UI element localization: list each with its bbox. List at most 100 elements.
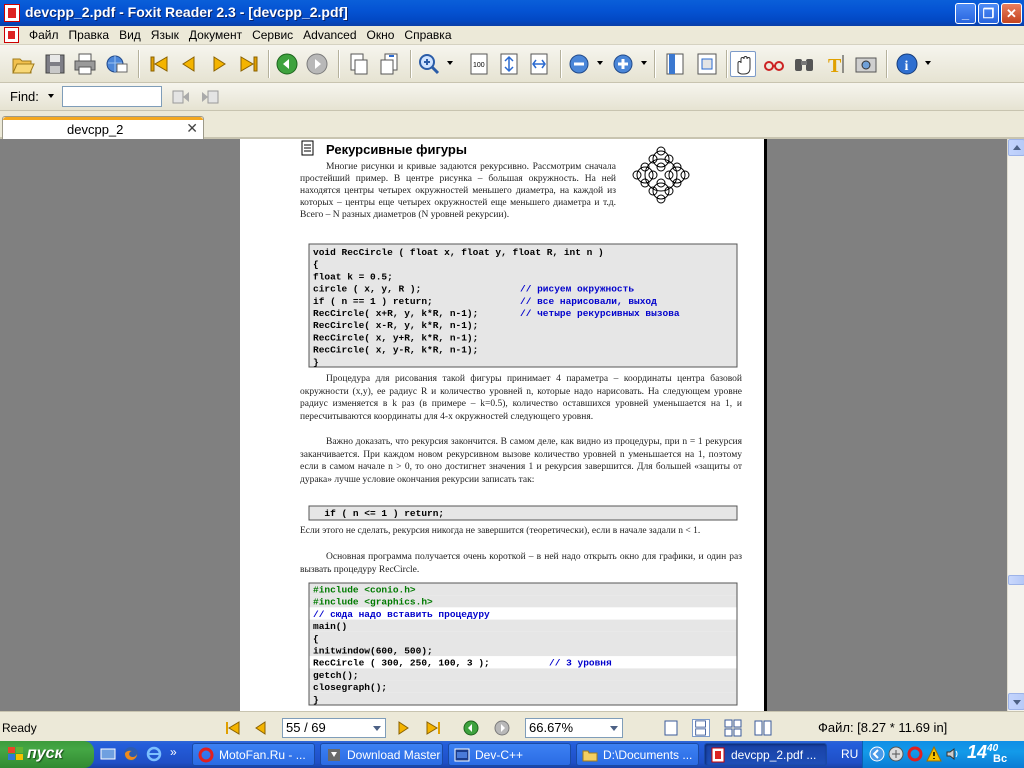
continuous-page-icon[interactable] xyxy=(692,719,710,737)
code-line: if ( n == 1 ) return; xyxy=(313,296,433,307)
firefox-icon[interactable] xyxy=(123,746,139,762)
code-row-background xyxy=(309,668,737,681)
menu-advanced[interactable]: Advanced xyxy=(298,28,361,42)
previous-page-icon[interactable] xyxy=(176,51,202,77)
previous-page-nav-icon[interactable] xyxy=(252,720,270,736)
document-menu-icon[interactable] xyxy=(4,27,19,43)
folder-icon xyxy=(582,750,598,762)
start-label: пуск xyxy=(27,745,63,762)
zoom-level-value: 66.67% xyxy=(529,720,574,735)
open-icon[interactable] xyxy=(10,51,36,77)
zoom-out-icon[interactable] xyxy=(566,51,592,77)
page-size-readout: Файл: [8.27 * 11.69 in] xyxy=(818,720,948,735)
save-icon[interactable] xyxy=(42,51,68,77)
go-back-icon[interactable] xyxy=(274,51,300,77)
print-icon[interactable] xyxy=(72,51,98,77)
volume-icon[interactable] xyxy=(945,746,961,762)
find-next-button[interactable] xyxy=(200,88,220,106)
menu-view[interactable]: Вид xyxy=(114,28,146,42)
language-indicator[interactable]: RU xyxy=(841,747,858,761)
task-devcpp-pdf[interactable]: devcpp_2.pdf ... xyxy=(704,743,827,766)
info-icon[interactable]: i xyxy=(894,51,920,77)
task-explorer-documents[interactable]: D:\Documents ... xyxy=(576,743,699,766)
menu-edit[interactable]: Правка xyxy=(64,28,115,42)
email-icon[interactable] xyxy=(104,51,130,77)
menu-help[interactable]: Справка xyxy=(399,28,456,42)
continuous-facing-icon[interactable] xyxy=(754,719,772,737)
rotate-right-icon[interactable] xyxy=(376,51,402,77)
security-alert-icon[interactable] xyxy=(926,745,942,762)
close-button[interactable]: ✕ xyxy=(1001,3,1022,24)
maximize-button[interactable]: ❐ xyxy=(978,3,999,24)
fit-page-icon[interactable] xyxy=(496,51,522,77)
clock-hour-value: 14 xyxy=(967,742,988,762)
task-motofan[interactable]: MotoFan.Ru - ... xyxy=(192,743,315,766)
find-previous-button[interactable] xyxy=(171,88,191,106)
rotate-left-icon[interactable] xyxy=(346,51,372,77)
network-icon[interactable] xyxy=(888,746,904,762)
code-condition-line: if ( n <= 1 ) return; xyxy=(313,508,444,519)
show-desktop-icon[interactable] xyxy=(100,746,116,762)
next-page-nav-icon[interactable] xyxy=(394,720,412,736)
last-page-icon[interactable] xyxy=(236,51,262,77)
last-page-nav-icon[interactable] xyxy=(424,720,442,736)
find-options-dropdown[interactable] xyxy=(48,94,54,98)
minimize-button[interactable]: _ xyxy=(955,3,976,24)
fit-visible-icon[interactable] xyxy=(694,51,720,77)
task-label: Download Master xyxy=(347,748,441,762)
scroll-down-button[interactable] xyxy=(1008,693,1024,710)
forward-nav-icon[interactable] xyxy=(493,720,511,736)
next-page-icon[interactable] xyxy=(206,51,232,77)
code-line: RecCircle( x, y+R, k*R, n-1); xyxy=(313,332,478,343)
svg-text:100: 100 xyxy=(473,62,485,69)
back-nav-icon[interactable] xyxy=(462,720,480,736)
zoom-dropdown-arrow-icon[interactable] xyxy=(606,720,621,736)
menu-tools[interactable]: Сервис xyxy=(247,28,298,42)
title-bar[interactable]: devcpp_2.pdf - Foxit Reader 2.3 - [devcp… xyxy=(0,0,1024,26)
start-button[interactable]: пуск xyxy=(0,741,94,768)
zoom-tool-icon[interactable] xyxy=(416,51,442,77)
page-number-field[interactable]: 55 / 69 xyxy=(282,718,386,738)
menu-window[interactable]: Окно xyxy=(362,28,400,42)
task-dev-cpp[interactable]: Dev-C++ xyxy=(448,743,571,766)
task-download-master[interactable]: Download Master xyxy=(320,743,443,766)
menu-language[interactable]: Язык xyxy=(146,28,184,42)
first-page-nav-icon[interactable] xyxy=(224,720,242,736)
minimize-icon: _ xyxy=(961,6,970,21)
windows-flag-icon xyxy=(8,747,23,760)
zoom-level-field[interactable]: 66.67% xyxy=(525,718,623,738)
document-viewport[interactable]: Рекурсивные фигуры Многие рисунки и крив… xyxy=(0,139,1007,711)
single-page-icon[interactable] xyxy=(662,719,680,737)
vertical-scrollbar[interactable] xyxy=(1007,139,1024,711)
opera-tray-icon[interactable] xyxy=(907,746,923,762)
text-select-icon[interactable]: T xyxy=(823,51,849,77)
tab-close-icon[interactable]: ✕ xyxy=(186,120,198,137)
tray-expand-icon[interactable] xyxy=(869,746,885,762)
actual-size-icon[interactable]: 100 xyxy=(466,51,492,77)
page-number-value: 55 / 69 xyxy=(286,720,326,735)
page-dropdown-arrow-icon[interactable] xyxy=(369,720,384,736)
bookmark-icon[interactable] xyxy=(662,51,688,77)
internet-explorer-icon[interactable] xyxy=(146,746,162,762)
first-page-icon[interactable] xyxy=(146,51,172,77)
text-viewer-icon[interactable] xyxy=(761,51,787,77)
quicklaunch-expand-icon[interactable]: » xyxy=(170,745,177,759)
facing-pages-icon[interactable] xyxy=(724,719,742,737)
snapshot-icon[interactable] xyxy=(853,51,879,77)
window-title: devcpp_2.pdf - Foxit Reader 2.3 - [devcp… xyxy=(25,4,348,20)
menu-document[interactable]: Документ xyxy=(184,28,247,42)
scroll-up-button[interactable] xyxy=(1008,139,1024,156)
code-line: getch(); xyxy=(313,670,359,681)
close-icon: ✕ xyxy=(1006,6,1017,21)
foxit-task-icon xyxy=(711,747,725,763)
go-forward-icon[interactable] xyxy=(304,51,330,77)
hand-tool-icon[interactable] xyxy=(730,51,756,77)
find-icon[interactable] xyxy=(791,51,817,77)
tab-devcpp-2[interactable]: devcpp_2 ✕ xyxy=(2,116,204,139)
fit-width-icon[interactable] xyxy=(526,51,552,77)
scroll-thumb[interactable] xyxy=(1008,575,1024,585)
zoom-in-icon[interactable] xyxy=(610,51,636,77)
menu-file[interactable]: Файл xyxy=(24,28,64,42)
find-input[interactable] xyxy=(62,86,162,107)
foxit-app-icon[interactable] xyxy=(4,4,20,22)
